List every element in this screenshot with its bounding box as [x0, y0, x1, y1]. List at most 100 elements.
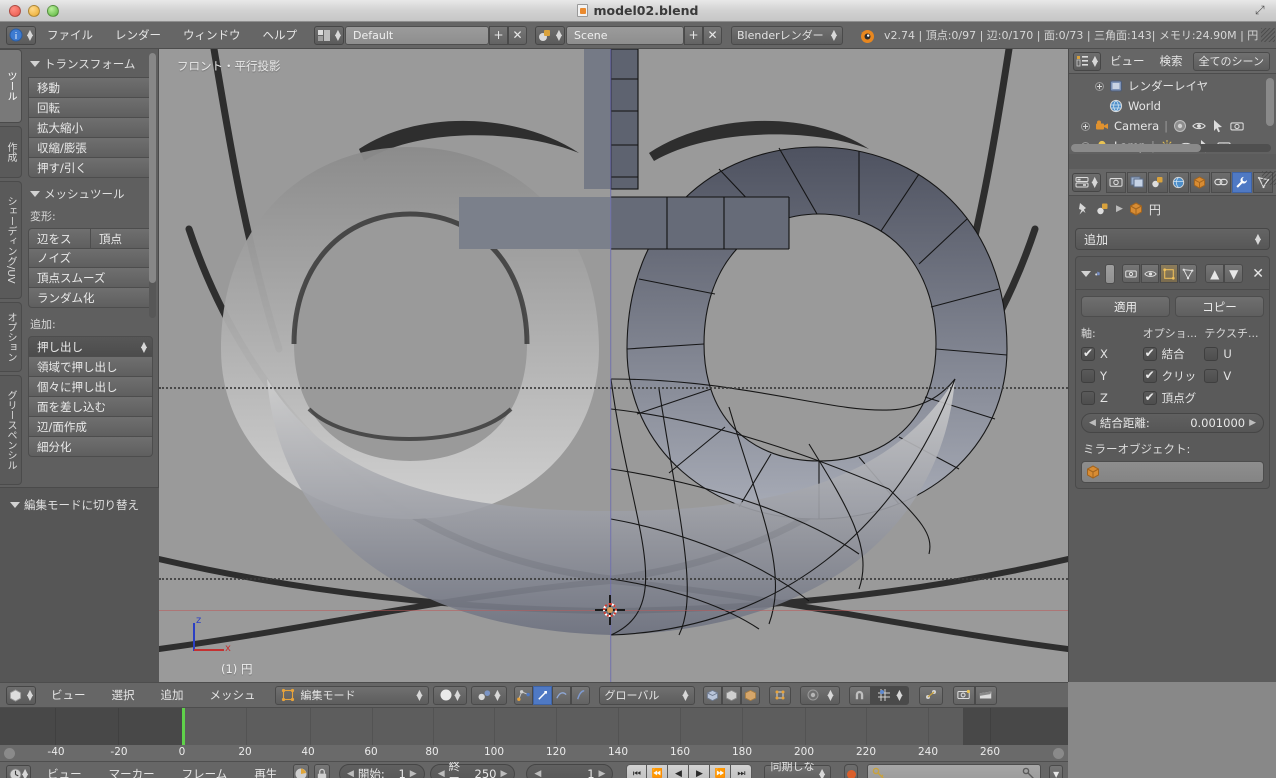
previous-keyframe-button[interactable]: ⏪ [647, 764, 669, 778]
option-clipping-row[interactable]: クリッ [1142, 365, 1203, 387]
texture-u-checkbox[interactable] [1204, 347, 1219, 361]
tool-extrude-individual[interactable]: 個々に押し出し [28, 376, 153, 397]
key-add-icon[interactable] [1022, 767, 1036, 778]
tool-smooth-vertex[interactable]: 頂点スムーズ [28, 267, 153, 288]
tab-grease-pencil[interactable]: グリースペンシル [0, 375, 22, 485]
tab-scene-properties[interactable] [1147, 171, 1168, 193]
screen-layout-name[interactable]: Default [345, 25, 489, 45]
increment-arrow-icon[interactable]: ▶ [1249, 418, 1256, 428]
current-frame-field[interactable]: ◀ 1 ▶ [526, 764, 614, 778]
mirror-object-field[interactable] [1081, 461, 1264, 483]
tab-tools[interactable]: ツール [0, 49, 22, 123]
edge-select-mode-button[interactable] [532, 685, 552, 705]
expand-icon[interactable] [1095, 81, 1104, 91]
render-visibility-toggle[interactable] [1122, 264, 1141, 283]
timeline-track[interactable] [0, 708, 1068, 745]
delete-screen-button[interactable]: ✕ [508, 25, 527, 45]
menu-help[interactable]: ヘルプ [252, 22, 309, 48]
lock-time-button[interactable] [314, 764, 330, 778]
move-modifier-down-button[interactable]: ▼ [1224, 264, 1244, 283]
delete-modifier-button[interactable]: ✕ [1252, 266, 1264, 282]
add-screen-button[interactable]: + [489, 25, 508, 45]
on-cage-toggle[interactable] [1179, 264, 1198, 283]
menu-file[interactable]: ファイル [36, 22, 104, 48]
tool-move[interactable]: 移動 [28, 77, 153, 98]
option-merge-row[interactable]: 結合 [1142, 343, 1203, 365]
cube-solid-button[interactable] [740, 685, 760, 705]
outliner-tree[interactable]: レンダーレイヤ World Camera | Lamp | [1069, 74, 1276, 154]
tab-world-properties[interactable] [1168, 171, 1189, 193]
tool-shrink-edge[interactable]: 辺をス [28, 228, 91, 249]
pivot-point-selector[interactable]: ▲ ▼ [470, 685, 507, 705]
modifier-name-field[interactable] [1104, 263, 1116, 284]
merge-limit-field[interactable]: ◀ 結合距離: 0.001000 ▶ [1081, 413, 1264, 433]
tab-render-layers-properties[interactable] [1126, 171, 1147, 193]
tab-object-properties[interactable] [1189, 171, 1210, 193]
outliner-row-render-layers[interactable]: レンダーレイヤ [1069, 76, 1276, 96]
add-scene-button[interactable]: + [684, 25, 703, 45]
eye-icon[interactable] [1192, 119, 1206, 133]
decrement-arrow-icon[interactable]: ◀ [1089, 418, 1096, 428]
axis-y-row[interactable]: Y [1081, 365, 1141, 387]
viewport-visibility-toggle[interactable] [1141, 264, 1160, 283]
snap-magnet-button[interactable] [848, 685, 871, 705]
timeline-menu-playback[interactable]: 再生 [243, 762, 288, 778]
texture-v-checkbox[interactable] [1204, 369, 1219, 383]
use-preview-range-button[interactable] [293, 764, 310, 778]
increment-arrow-icon[interactable]: ▶ [599, 769, 606, 778]
outliner-menu-view[interactable]: ビュー [1101, 49, 1154, 73]
mesh-tools-panel-header[interactable]: メッシュツール [30, 186, 153, 202]
3d-viewport[interactable]: フロント・平行投影 z x (1) 円 [159, 49, 1068, 682]
option-vertex-group-row[interactable]: 頂点グ [1142, 387, 1203, 409]
pin-icon[interactable] [1076, 202, 1090, 216]
tab-shading-uv[interactable]: シェーディング/UV [0, 181, 22, 299]
outliner-row-camera[interactable]: Camera | [1069, 116, 1276, 136]
cursor-arrow-icon[interactable] [1211, 119, 1225, 133]
vertex-select-mode-button[interactable] [513, 685, 533, 705]
active-keying-set-field[interactable] [867, 764, 1042, 778]
timeline-playhead[interactable] [182, 708, 185, 745]
render-camera-icon[interactable] [1230, 119, 1244, 133]
outliner-scrollbar-vertical[interactable] [1266, 78, 1274, 126]
outliner-scrollbar-horizontal[interactable] [1071, 144, 1271, 152]
axis-x-row[interactable]: X [1081, 343, 1141, 365]
outliner-editor-type-button[interactable]: ▲ ▼ [1073, 51, 1101, 71]
option-merge-checkbox[interactable] [1142, 346, 1157, 361]
timeline-scrollbar-left-handle[interactable] [4, 748, 15, 759]
tab-constraints-properties[interactable] [1210, 171, 1231, 193]
tool-extrude-region[interactable]: 領域で押し出し [28, 356, 153, 377]
start-frame-field[interactable]: ◀ 開始: 1 ▶ [338, 764, 425, 778]
scene-browse-button[interactable]: ▲ ▼ [535, 25, 565, 45]
render-engine-selector[interactable]: Blenderレンダー ▲ ▼ [731, 25, 843, 45]
timeline-editor-type-button[interactable]: ▲ ▼ [6, 764, 32, 778]
tool-randomize[interactable]: ランダム化 [28, 287, 153, 308]
tab-create[interactable]: 作成 [0, 126, 22, 178]
tool-vertex[interactable]: 頂点 [91, 228, 153, 249]
proportional-edit-selector[interactable]: ▲ ▼ [799, 685, 840, 705]
increment-arrow-icon[interactable]: ▶ [410, 769, 417, 778]
viewport-menu-select[interactable]: 選択 [101, 683, 146, 707]
increment-arrow-icon[interactable]: ▶ [500, 769, 507, 778]
timeline-menu-frame[interactable]: フレーム [171, 762, 239, 778]
scene-name[interactable]: Scene [566, 25, 684, 45]
edit-mode-panel-header[interactable]: 編集モードに切り替え [10, 497, 151, 513]
interaction-mode-selector[interactable]: 編集モード ▲ ▼ [274, 685, 429, 705]
viewport-shading-selector[interactable]: ▲ ▼ [432, 685, 467, 705]
properties-editor-type-button[interactable]: ▲ ▼ [1072, 172, 1101, 192]
add-modifier-dropdown[interactable]: 追加 ▲ ▼ [1075, 228, 1270, 250]
tool-subdivide[interactable]: 細分化 [28, 436, 153, 457]
end-frame-field[interactable]: ◀ 終了: 250 ▶ [429, 762, 516, 778]
jump-to-end-button[interactable]: ⏭ [731, 764, 753, 778]
jump-to-start-button[interactable]: ⏮ [626, 764, 648, 778]
next-keyframe-button[interactable]: ⏩ [710, 764, 732, 778]
decrement-arrow-icon[interactable]: ◀ [347, 769, 354, 778]
expand-icon[interactable] [1081, 121, 1090, 131]
outliner-menu-search[interactable]: 検索 [1154, 49, 1189, 73]
show-manipulator-button[interactable] [768, 685, 791, 705]
play-button[interactable]: ▶ [689, 764, 711, 778]
decrement-arrow-icon[interactable]: ◀ [534, 769, 541, 778]
viewport-menu-view[interactable]: ビュー [40, 683, 97, 707]
timeline-ruler[interactable]: -40 -20 0 20 40 60 80 100 120 140 160 18… [0, 745, 1068, 762]
edit-mode-display-toggle[interactable] [1160, 264, 1179, 283]
axis-z-checkbox[interactable] [1081, 391, 1095, 405]
